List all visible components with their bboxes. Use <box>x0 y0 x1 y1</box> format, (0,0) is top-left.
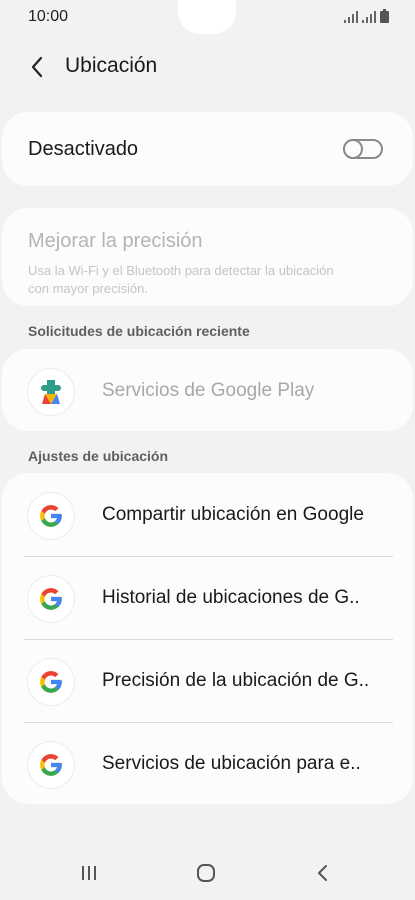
location-toggle-label: Desactivado <box>28 138 139 160</box>
back-button[interactable] <box>20 50 54 84</box>
recent-apps-button[interactable] <box>69 858 109 888</box>
signal-icon <box>344 11 358 23</box>
location-toggle-switch[interactable] <box>343 139 383 159</box>
toggle-knob <box>343 139 363 159</box>
list-item-share-location[interactable]: Compartir ubicación en Google <box>2 473 413 555</box>
google-icon <box>28 742 74 788</box>
home-button[interactable] <box>186 858 226 888</box>
list-item-label: Precisión de la ubicación de G.. <box>102 670 370 691</box>
google-icon <box>28 576 74 622</box>
location-settings-card: Compartir ubicación en Google Historial … <box>2 473 413 804</box>
list-item-label: Servicios de ubicación para e.. <box>102 753 361 774</box>
improve-precision-description: Usa la Wi-Fi y el Bluetooth para detecta… <box>28 263 334 296</box>
google-icon <box>28 493 74 539</box>
chevron-left-icon <box>31 56 43 78</box>
app-header: Ubicación <box>0 44 415 88</box>
location-toggle-card[interactable]: Desactivado <box>2 112 413 186</box>
list-item-google-play-services[interactable]: Servicios de Google Play <box>2 349 413 431</box>
home-icon <box>197 864 215 882</box>
battery-icon <box>380 9 389 23</box>
screen: 10:00 Ubicación Desactivado Mejorar la p… <box>0 0 415 900</box>
recent-requests-header: Solicitudes de ubicación reciente <box>28 323 250 339</box>
list-item-location-services[interactable]: Servicios de ubicación para e.. <box>2 722 413 804</box>
list-item-label: Historial de ubicaciones de G.. <box>102 587 360 608</box>
list-item-label: Servicios de Google Play <box>102 380 315 401</box>
status-icons <box>344 9 389 23</box>
list-item-location-accuracy[interactable]: Precisión de la ubicación de G.. <box>2 639 413 721</box>
nav-back-button[interactable] <box>302 858 342 888</box>
camera-notch <box>178 0 236 34</box>
improve-precision-card[interactable]: Mejorar la precisión Usa la Wi-Fi y el B… <box>2 208 413 306</box>
status-bar: 10:00 <box>0 0 415 36</box>
navigation-bar <box>0 846 415 900</box>
status-time: 10:00 <box>28 8 69 25</box>
improve-precision-title: Mejorar la precisión <box>28 230 203 252</box>
recent-requests-card: Servicios de Google Play <box>2 349 413 431</box>
google-icon <box>28 659 74 705</box>
google-play-services-icon <box>28 369 74 415</box>
location-settings-header: Ajustes de ubicación <box>28 448 169 464</box>
back-icon <box>318 865 327 881</box>
list-item-location-history[interactable]: Historial de ubicaciones de G.. <box>2 556 413 638</box>
recent-apps-icon <box>82 866 96 880</box>
page-title: Ubicación <box>65 54 158 77</box>
list-item-label: Compartir ubicación en Google <box>102 504 364 525</box>
signal-icon-2 <box>362 11 376 23</box>
